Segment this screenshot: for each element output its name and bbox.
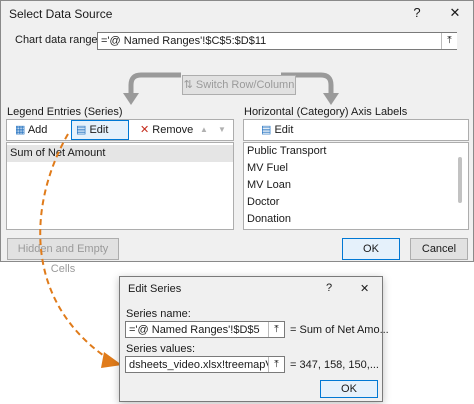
series-name-input[interactable]: ='@ Named Ranges'!$D$5 — [125, 321, 285, 338]
collapse-values-icon[interactable]: ⤒ — [268, 357, 284, 372]
series-values-input[interactable]: dsheets_video.xlsx!treemapValues — [125, 356, 285, 373]
series-name-value: ='@ Named Ranges'!$D$5 — [129, 324, 260, 336]
edit-ok-button[interactable]: OK — [320, 380, 378, 398]
series-values-label: Series values: — [126, 343, 196, 355]
series-values-result: = 347, 158, 150,... — [290, 359, 379, 371]
series-name-label: Series name: — [126, 308, 191, 320]
edit-help-button[interactable]: ? — [326, 282, 332, 294]
collapse-name-icon[interactable]: ⤒ — [268, 322, 284, 337]
series-name-result: = Sum of Net Amo... — [290, 324, 389, 336]
edit-series-title: Edit Series — [128, 283, 182, 295]
series-values-value: dsheets_video.xlsx!treemapValues — [129, 359, 285, 371]
edit-series-dialog: Edit Series ? ✕ Series name: ='@ Named R… — [119, 276, 389, 402]
edit-close-button[interactable]: ✕ — [360, 282, 369, 295]
